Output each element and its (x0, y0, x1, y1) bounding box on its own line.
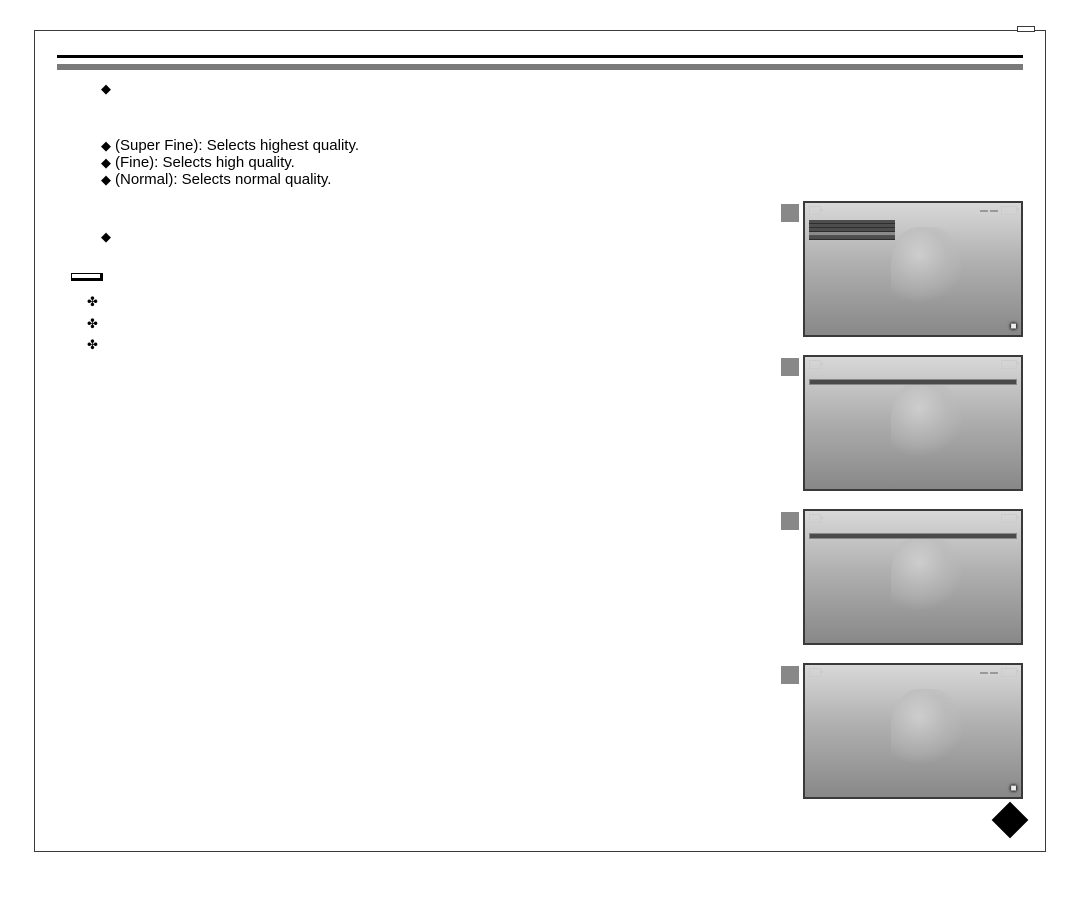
screenshot-number (781, 512, 799, 530)
quality-badge (980, 672, 988, 674)
note-item: ✤ (87, 335, 787, 355)
note-item: ✤ (87, 292, 787, 312)
page-frame: ◆ ◆(Super Fine): Selects highest quality… (34, 30, 1046, 852)
page-number-badge (993, 803, 1027, 837)
battery-icon (1001, 206, 1017, 215)
section-heading (57, 64, 1023, 70)
screenshot-2: ■ (803, 201, 1023, 333)
size-badge (990, 672, 998, 674)
lcd-menu (809, 220, 895, 240)
camcorder-icon (809, 668, 821, 677)
title-rule (57, 55, 1023, 58)
step-sub: ◆ (101, 228, 771, 245)
lcd-screen (803, 355, 1023, 491)
step-sub: ◆(Super Fine): Selects highest quality. (101, 137, 771, 154)
screenshot-number (781, 666, 799, 684)
lcd-topbar (805, 665, 1021, 680)
camcorder-icon (809, 206, 821, 215)
language-label (1017, 26, 1035, 32)
screenshot-4 (803, 509, 1023, 641)
step: ◆ (71, 228, 771, 245)
lcd-settings (809, 375, 1017, 397)
camcorder-icon (809, 360, 821, 369)
lcd-settings (809, 529, 1017, 551)
notes-list: ✤ ✤ ✤ (87, 292, 787, 355)
quality-badge (980, 210, 988, 212)
battery-icon (1001, 668, 1017, 677)
lcd-screen: ■ (803, 663, 1023, 799)
lcd-screen (803, 509, 1023, 645)
battery-icon (1001, 360, 1017, 369)
screenshot-3 (803, 355, 1023, 487)
lcd-bottom: ■ (809, 783, 1017, 794)
screenshot-column: ■ (803, 201, 1023, 817)
lcd-topbar (805, 203, 1021, 218)
note-item: ✤ (87, 314, 787, 334)
lcd-screen: ■ (803, 201, 1023, 337)
screenshot-number (781, 204, 799, 222)
screenshot-number (781, 358, 799, 376)
camcorder-icon (809, 514, 821, 523)
lcd-topbar (805, 357, 1021, 372)
lcd-topbar (805, 511, 1021, 526)
battery-icon (1001, 514, 1017, 523)
screenshot-5: ■ (803, 663, 1023, 795)
step: ◆(Super Fine): Selects highest quality. … (71, 137, 771, 188)
step-sub: ◆ (101, 80, 771, 97)
step-sub: ◆(Fine): Selects high quality. (101, 154, 771, 171)
step: ◆ (71, 80, 771, 97)
menu-item (809, 236, 895, 240)
notes-heading (71, 273, 103, 281)
lcd-bottom: ■ (809, 321, 1017, 332)
step-sub: ◆(Normal): Selects normal quality. (101, 171, 771, 188)
size-badge (990, 210, 998, 212)
